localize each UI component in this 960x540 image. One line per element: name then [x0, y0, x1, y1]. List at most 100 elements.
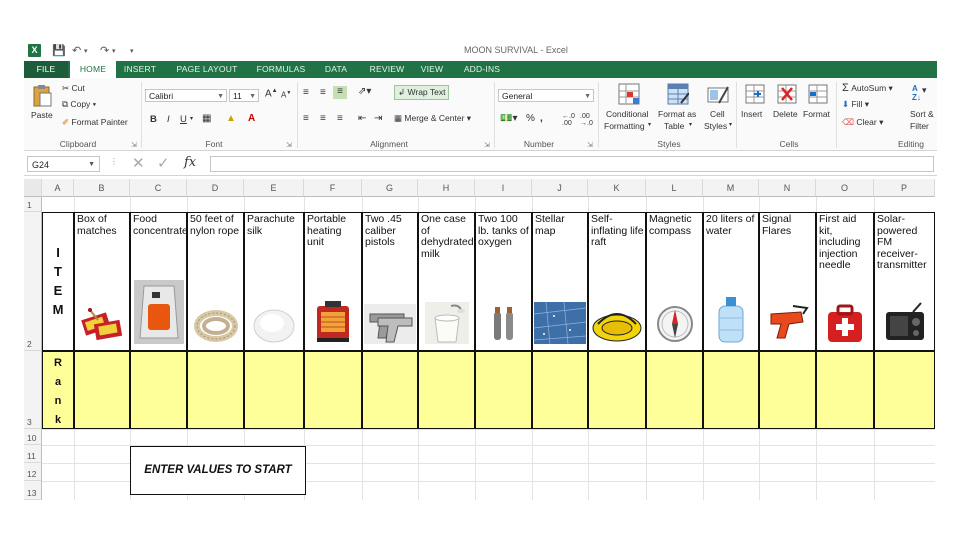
italic-icon[interactable]: I: [167, 114, 170, 125]
column-header-n[interactable]: N: [759, 179, 816, 197]
select-all-corner[interactable]: [24, 179, 42, 197]
column-header-e[interactable]: E: [244, 179, 304, 197]
rank-input-cell[interactable]: [646, 351, 703, 429]
item-cell[interactable]: Food concentrate: [130, 212, 187, 351]
rank-input-cell[interactable]: [362, 351, 418, 429]
row-header-3[interactable]: 3: [24, 351, 42, 429]
item-cell[interactable]: Portable heating unit: [304, 212, 362, 351]
autosum-button[interactable]: Σ AutoSum ▾: [842, 82, 893, 94]
paste-icon[interactable]: [32, 84, 52, 108]
accounting-format-icon[interactable]: 💵▾: [500, 113, 517, 124]
row-header-11[interactable]: 11: [24, 445, 42, 463]
column-header-m[interactable]: M: [703, 179, 759, 197]
borders-icon[interactable]: ▦: [202, 113, 211, 124]
undo-icon[interactable]: ↶: [72, 44, 81, 57]
row-header-10[interactable]: 10: [24, 429, 42, 445]
tab-view[interactable]: VIEW: [416, 61, 448, 78]
row-header-1[interactable]: 1: [24, 197, 42, 212]
rank-input-cell[interactable]: [74, 351, 130, 429]
sort-filter-label[interactable]: Sort &: [910, 109, 934, 119]
rank-input-cell[interactable]: [304, 351, 362, 429]
column-header-i[interactable]: I: [475, 179, 532, 197]
item-cell[interactable]: Self-inflating life raft: [588, 212, 646, 351]
alignment-launcher-icon[interactable]: ⇲: [484, 141, 490, 149]
align-top-icon[interactable]: ≡: [303, 87, 309, 98]
tab-add-ins[interactable]: ADD-INS: [454, 61, 510, 78]
tab-review[interactable]: REVIEW: [362, 61, 412, 78]
item-cell[interactable]: Signal Flares: [759, 212, 816, 351]
cell-styles-label-2[interactable]: Styles: [704, 121, 727, 131]
align-bottom-icon[interactable]: ≡: [333, 86, 347, 99]
delete-cells-button[interactable]: Delete: [773, 109, 798, 119]
item-cell[interactable]: Solar-powered FM receiver-transmitter: [874, 212, 935, 351]
chevron-down-icon[interactable]: ▾: [648, 121, 651, 128]
comma-style-icon[interactable]: ,: [540, 113, 543, 124]
rank-input-cell[interactable]: [588, 351, 646, 429]
align-center-icon[interactable]: ≡: [320, 113, 326, 124]
font-size-combo[interactable]: 11 ▼: [229, 89, 259, 102]
item-cell[interactable]: First aid kit, including injection needl…: [816, 212, 874, 351]
column-header-l[interactable]: L: [646, 179, 703, 197]
sort-filter-label-2[interactable]: Filter: [910, 121, 929, 131]
undo-dropdown-icon[interactable]: ▾: [84, 47, 88, 55]
tab-file[interactable]: FILE: [24, 61, 68, 78]
increase-decimal-icon[interactable]: ←.0.00: [562, 113, 575, 127]
font-color-icon[interactable]: A: [248, 113, 255, 124]
align-right-icon[interactable]: ≡: [337, 113, 343, 124]
item-cell[interactable]: Parachute silk: [244, 212, 304, 351]
column-header-f[interactable]: F: [304, 179, 362, 197]
tab-insert[interactable]: INSERT: [118, 61, 162, 78]
column-header-o[interactable]: O: [816, 179, 874, 197]
align-middle-icon[interactable]: ≡: [320, 87, 326, 98]
row-header-12[interactable]: 12: [24, 463, 42, 481]
delete-cells-icon[interactable]: [776, 83, 798, 105]
rank-input-cell[interactable]: [244, 351, 304, 429]
column-header-j[interactable]: J: [532, 179, 588, 197]
fill-button[interactable]: ⬇ Fill ▾: [842, 99, 869, 110]
paste-button[interactable]: Paste: [31, 110, 53, 120]
redo-dropdown-icon[interactable]: ▾: [112, 47, 116, 55]
item-cell[interactable]: Box of matches: [74, 212, 130, 351]
insert-cells-button[interactable]: Insert: [741, 109, 762, 119]
cell-styles-icon[interactable]: [707, 83, 729, 105]
number-format-combo[interactable]: General ▼: [498, 89, 594, 102]
font-name-combo[interactable]: Calibri ▼: [145, 89, 227, 102]
save-icon[interactable]: 💾: [52, 44, 66, 57]
rank-input-cell[interactable]: [874, 351, 935, 429]
shrink-font-icon[interactable]: A▼: [281, 90, 291, 100]
format-as-table-icon[interactable]: [667, 83, 689, 105]
align-left-icon[interactable]: ≡: [303, 113, 309, 124]
format-as-table-label[interactable]: Format as: [658, 109, 696, 119]
column-header-h[interactable]: H: [418, 179, 475, 197]
row-header-2[interactable]: 2: [24, 212, 42, 351]
item-cell[interactable]: 20 liters of water: [703, 212, 759, 351]
cell-styles-label[interactable]: Cell: [710, 109, 725, 119]
decrease-indent-icon[interactable]: ⇤: [358, 113, 366, 124]
font-launcher-icon[interactable]: ⇲: [286, 141, 292, 149]
format-as-table-label-2[interactable]: Table: [664, 121, 684, 131]
column-header-c[interactable]: C: [130, 179, 187, 197]
rank-input-cell[interactable]: [187, 351, 244, 429]
number-launcher-icon[interactable]: ⇲: [587, 141, 593, 149]
chevron-down-icon[interactable]: ▾: [729, 121, 732, 128]
enter-values-box[interactable]: ENTER VALUES TO START: [130, 446, 306, 495]
rank-label-cell[interactable]: R a n k: [42, 351, 74, 429]
conditional-formatting-icon[interactable]: [618, 83, 640, 105]
formula-input[interactable]: [210, 156, 934, 172]
fill-color-icon[interactable]: ▲: [226, 113, 236, 124]
grow-font-icon[interactable]: A▲: [265, 88, 278, 99]
format-cells-icon[interactable]: [807, 83, 829, 105]
rank-input-cell[interactable]: [418, 351, 475, 429]
chevron-down-icon[interactable]: ▾: [190, 115, 193, 122]
column-header-a[interactable]: A: [42, 179, 74, 197]
copy-button[interactable]: ⧉ Copy ▾: [62, 99, 96, 110]
chevron-down-icon[interactable]: ▾: [689, 121, 692, 128]
cut-button[interactable]: ✂ Cut: [62, 83, 85, 94]
item-label-cell[interactable]: I T E M: [42, 212, 74, 351]
rank-input-cell[interactable]: [816, 351, 874, 429]
bold-icon[interactable]: B: [150, 114, 157, 125]
rank-input-cell[interactable]: [759, 351, 816, 429]
orientation-icon[interactable]: ⇗▾: [358, 86, 371, 97]
conditional-formatting-label-2[interactable]: Formatting: [604, 121, 645, 131]
rank-input-cell[interactable]: [130, 351, 187, 429]
